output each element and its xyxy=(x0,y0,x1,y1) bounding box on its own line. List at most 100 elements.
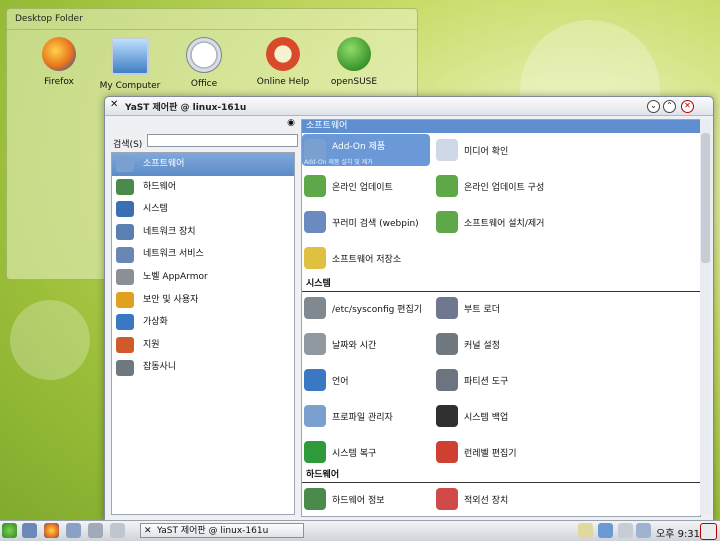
section-header-software: 소프트웨어 xyxy=(302,120,700,133)
sysconfig-icon xyxy=(304,297,326,319)
module-label: 프로파일 관리자 xyxy=(332,412,393,423)
firefox-launcher-icon[interactable] xyxy=(44,523,59,538)
module-item[interactable]: 온라인 업데이트 구성 xyxy=(434,170,562,202)
category-item[interactable]: 보안 및 사용자 xyxy=(112,289,294,312)
module-label: 온라인 업데이트 구성 xyxy=(464,182,545,193)
clock[interactable]: 오후 9:31 xyxy=(656,525,700,540)
module-item[interactable]: 시스템 백업 xyxy=(434,400,562,432)
module-item[interactable]: 파티션 도구 xyxy=(434,364,562,396)
software-repo-icon xyxy=(304,247,326,269)
module-label: Add-On 제품 xyxy=(332,141,386,152)
yast-tools-icon: ✕ xyxy=(110,99,119,110)
taskbar: ✕ YaST 제어판 @ linux-161u 오후 9:31 xyxy=(0,520,720,541)
module-label: 꾸러미 검색 (webpin) xyxy=(332,218,419,229)
module-item[interactable]: 미디어 확인 xyxy=(434,134,562,166)
desktop-pager-icon[interactable] xyxy=(88,523,103,538)
module-item[interactable]: Add-On 제품 Add-On 제품 설치 및 제거 xyxy=(302,134,430,166)
module-label: 언어 xyxy=(332,376,349,387)
module-item[interactable]: 런레벨 편집기 xyxy=(434,436,562,468)
logout-icon[interactable] xyxy=(700,523,717,540)
module-label: 미디어 확인 xyxy=(464,146,509,157)
module-label: 커널 설정 xyxy=(464,340,500,351)
desktop-icon-opensuse[interactable]: openSUSE xyxy=(314,37,394,87)
module-item[interactable]: 꾸러미 검색 (webpin) xyxy=(302,206,430,238)
category-item[interactable]: 가상화 xyxy=(112,311,294,334)
desktop-icon-online-help[interactable]: Online Help xyxy=(243,37,323,87)
taskbar-item-label: YaST 제어판 @ linux-161u xyxy=(157,526,269,536)
module-description: Add-On 제품 설치 및 제거 xyxy=(304,159,373,166)
volume-icon[interactable] xyxy=(636,523,651,538)
minimize-button[interactable]: ⌄ xyxy=(647,100,660,113)
category-pane: ◉ 검색(S) 소프트웨어하드웨어 시스템네트워크 장치네트워크 서비스노벨 Ap… xyxy=(111,118,298,515)
module-label: 소프트웨어 저장소 xyxy=(332,254,402,265)
search-input[interactable] xyxy=(147,134,298,147)
file-manager-icon[interactable] xyxy=(66,523,81,538)
clock-icon xyxy=(304,333,326,355)
network-devices-icon xyxy=(116,224,134,241)
maximize-button[interactable]: ⌃ xyxy=(663,100,676,113)
updater-icon[interactable] xyxy=(598,523,613,538)
pane-options-icon[interactable]: ◉ xyxy=(287,118,295,128)
window-titlebar[interactable]: ✕ YaST 제어판 @ linux-161u ⌄ ⌃ ✕ xyxy=(105,97,713,116)
desktop-icon-my-computer[interactable]: My Computer xyxy=(90,37,170,91)
module-item[interactable]: 하드웨어 정보 xyxy=(302,483,430,515)
module-item[interactable]: 언어 xyxy=(302,364,430,396)
module-pane: 소프트웨어 Add-On 제품 Add-On 제품 설치 및 제거 미디어 확인온라인… xyxy=(301,119,701,517)
bootloader-icon xyxy=(436,297,458,319)
module-label: 하드웨어 정보 xyxy=(332,495,385,506)
category-item[interactable]: 시스템 xyxy=(112,198,294,221)
module-label: /etc/sysconfig 편집기 xyxy=(332,304,423,315)
module-item[interactable]: 커널 설정 xyxy=(434,328,562,360)
category-item[interactable]: 하드웨어 xyxy=(112,176,294,199)
category-item[interactable]: 잡동사니 xyxy=(112,356,294,379)
module-item[interactable]: 소프트웨어 저장소 xyxy=(302,242,430,274)
system-icon xyxy=(116,201,134,218)
module-item[interactable]: 날짜와 시간 xyxy=(302,328,430,360)
category-item[interactable]: 지원 xyxy=(112,334,294,357)
category-item[interactable]: 네트워크 서비스 xyxy=(112,243,294,266)
search-label: 검색(S) xyxy=(113,140,143,150)
module-label: 적외선 장치 xyxy=(464,495,509,506)
category-item[interactable]: 노벨 AppArmor xyxy=(112,266,294,289)
module-item[interactable]: 부트 로더 xyxy=(434,292,562,324)
module-item[interactable]: 온라인 업데이트 xyxy=(302,170,430,202)
backup-icon xyxy=(436,405,458,427)
workspace-switcher-icon[interactable] xyxy=(110,523,125,538)
module-item[interactable]: 적외선 장치 xyxy=(434,483,562,515)
category-label: 네트워크 장치 xyxy=(143,226,196,237)
module-item[interactable]: /etc/sysconfig 편집기 xyxy=(302,292,430,324)
clipboard-icon[interactable] xyxy=(578,523,593,538)
module-label: 런레벨 편집기 xyxy=(464,448,517,459)
taskbar-item-yast[interactable]: ✕ YaST 제어판 @ linux-161u xyxy=(140,523,304,538)
scrollbar-thumb[interactable] xyxy=(701,133,710,263)
desktop-icon-label: Office xyxy=(190,79,218,89)
online-update-icon xyxy=(304,175,326,197)
hardware-icon xyxy=(116,178,134,195)
category-item[interactable]: 소프트웨어 xyxy=(112,153,294,176)
category-label: 노벨 AppArmor xyxy=(143,271,208,282)
desktop-icon-firefox[interactable]: Firefox xyxy=(19,37,99,87)
module-item[interactable]: 소프트웨어 설치/제거 xyxy=(434,206,562,238)
yast-window: ✕ YaST 제어판 @ linux-161u ⌄ ⌃ ✕ ◉ 검색(S) 소프… xyxy=(104,96,714,522)
network-icon[interactable] xyxy=(22,523,37,538)
module-label: 파티션 도구 xyxy=(464,376,509,387)
module-label: 부트 로더 xyxy=(464,304,500,315)
module-label: 날짜와 시간 xyxy=(332,340,377,351)
module-item[interactable]: 프로파일 관리자 xyxy=(302,400,430,432)
module-scrollbar[interactable] xyxy=(700,119,711,515)
removable-devices-icon[interactable] xyxy=(618,523,633,538)
desktop-icon-office[interactable]: Office xyxy=(164,37,244,89)
close-button[interactable]: ✕ xyxy=(681,100,694,113)
category-label: 소프트웨어 xyxy=(143,159,185,169)
desktop-icon-label: Online Help xyxy=(256,77,310,87)
desktop-icon-label: Firefox xyxy=(44,77,74,87)
hardware-info-icon xyxy=(304,488,326,510)
module-item[interactable]: 시스템 복구 xyxy=(302,436,430,468)
category-label: 가상화 xyxy=(143,317,168,328)
desktop-icon-label: My Computer xyxy=(99,81,161,91)
section-header-system: 시스템 xyxy=(302,278,700,292)
kickoff-menu-icon[interactable] xyxy=(2,523,17,538)
yast-icon: ✕ xyxy=(144,526,152,536)
media-check-icon xyxy=(436,139,458,161)
category-item[interactable]: 네트워크 장치 xyxy=(112,221,294,244)
